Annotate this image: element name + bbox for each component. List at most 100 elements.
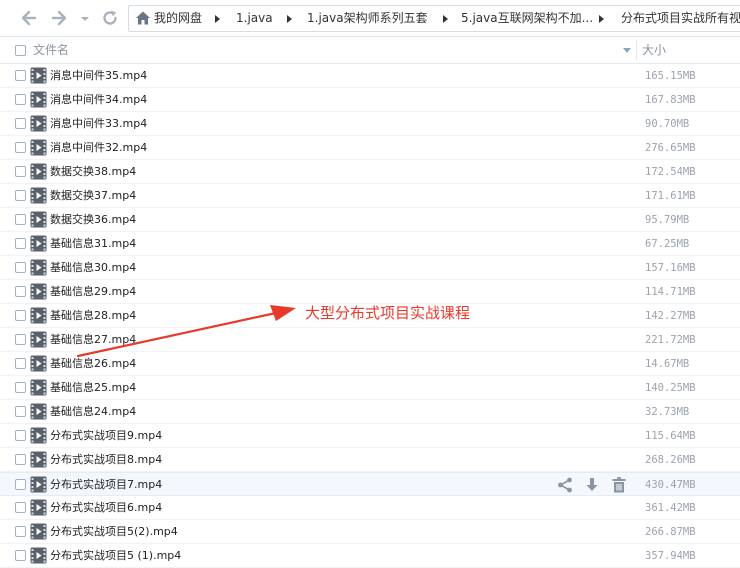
- row-checkbox[interactable]: [15, 286, 26, 297]
- file-name[interactable]: 消息中间件33.mp4: [50, 112, 147, 136]
- video-file-icon: [30, 403, 47, 420]
- file-size: 430.47MB: [645, 479, 696, 491]
- file-row[interactable]: 分布式实战项目5(2).mp4 266.87MB: [0, 520, 740, 544]
- history-dropdown-button[interactable]: [75, 8, 89, 28]
- file-row[interactable]: 分布式实战项目5 (1).mp4 357.94MB: [0, 544, 740, 568]
- breadcrumb-separator-icon[interactable]: [215, 15, 220, 23]
- breadcrumb-item-2[interactable]: 1.java架构师系列五套: [307, 6, 428, 31]
- row-checkbox[interactable]: [15, 310, 26, 321]
- file-name[interactable]: 分布式实战项目5 (1).mp4: [50, 544, 181, 568]
- file-size: 95.79MB: [645, 214, 690, 226]
- file-row[interactable]: 数据交换36.mp4 95.79MB: [0, 208, 740, 232]
- file-size: 276.65MB: [645, 142, 696, 154]
- file-row[interactable]: 基础信息31.mp4 67.25MB: [0, 232, 740, 256]
- breadcrumb-separator-icon[interactable]: [599, 15, 604, 23]
- file-name[interactable]: 基础信息27.mp4: [50, 328, 136, 352]
- file-row[interactable]: 基础信息29.mp4 114.71MB: [0, 280, 740, 304]
- file-row[interactable]: 分布式实战项目9.mp4 115.64MB: [0, 424, 740, 448]
- row-checkbox[interactable]: [15, 526, 26, 537]
- file-name[interactable]: 基础信息25.mp4: [50, 376, 136, 400]
- file-size: 140.25MB: [645, 382, 696, 394]
- row-checkbox[interactable]: [15, 430, 26, 441]
- file-row[interactable]: 消息中间件32.mp4 276.65MB: [0, 136, 740, 160]
- row-checkbox[interactable]: [15, 550, 26, 561]
- row-checkbox[interactable]: [15, 94, 26, 105]
- file-name[interactable]: 分布式实战项目5(2).mp4: [50, 520, 178, 544]
- file-name[interactable]: 分布式实战项目6.mp4: [50, 496, 162, 520]
- row-checkbox[interactable]: [15, 479, 26, 490]
- file-row[interactable]: 基础信息25.mp4 140.25MB: [0, 376, 740, 400]
- download-icon[interactable]: [583, 476, 601, 494]
- file-name[interactable]: 数据交换36.mp4: [50, 208, 136, 232]
- row-checkbox[interactable]: [15, 142, 26, 153]
- file-name[interactable]: 基础信息28.mp4: [50, 304, 136, 328]
- file-name[interactable]: 数据交换37.mp4: [50, 184, 136, 208]
- video-file-icon: [30, 187, 47, 204]
- file-row[interactable]: 数据交换38.mp4 172.54MB: [0, 160, 740, 184]
- row-checkbox[interactable]: [15, 454, 26, 465]
- row-checkbox[interactable]: [15, 406, 26, 417]
- file-name[interactable]: 数据交换38.mp4: [50, 160, 136, 184]
- arrow-right-icon: [51, 10, 67, 26]
- file-name[interactable]: 分布式实战项目9.mp4: [50, 424, 162, 448]
- file-name[interactable]: 消息中间件34.mp4: [50, 88, 147, 112]
- video-file-icon: [30, 115, 47, 132]
- video-file-icon: [30, 427, 47, 444]
- row-checkbox[interactable]: [15, 502, 26, 513]
- trash-icon[interactable]: [610, 476, 628, 494]
- file-row[interactable]: 基础信息30.mp4 157.16MB: [0, 256, 740, 280]
- file-name[interactable]: 基础信息24.mp4: [50, 400, 136, 424]
- file-row[interactable]: 消息中间件33.mp4 90.70MB: [0, 112, 740, 136]
- breadcrumb-separator-icon[interactable]: [443, 15, 448, 23]
- video-file-icon: [30, 451, 47, 468]
- row-checkbox[interactable]: [15, 166, 26, 177]
- file-name[interactable]: 分布式实战项目7.mp4: [50, 473, 162, 497]
- file-size: 114.71MB: [645, 286, 696, 298]
- select-all-checkbox[interactable]: [15, 45, 26, 56]
- breadcrumb-home[interactable]: 我的网盘: [154, 6, 202, 31]
- breadcrumb-item-3[interactable]: 5.java互联网架构不加...: [461, 6, 593, 31]
- file-row[interactable]: 基础信息27.mp4 221.72MB: [0, 328, 740, 352]
- breadcrumb-item-4[interactable]: 分布式项目实战所有视: [621, 6, 740, 31]
- row-checkbox[interactable]: [15, 238, 26, 249]
- file-name[interactable]: 基础信息31.mp4: [50, 232, 136, 256]
- column-header-size[interactable]: 大小: [642, 37, 666, 63]
- file-name[interactable]: 消息中间件32.mp4: [50, 136, 147, 160]
- file-row[interactable]: 分布式实战项目6.mp4 361.42MB: [0, 496, 740, 520]
- refresh-button[interactable]: [100, 8, 120, 28]
- file-row[interactable]: 基础信息24.mp4 32.73MB: [0, 400, 740, 424]
- breadcrumb-item-1[interactable]: 1.java: [236, 6, 273, 31]
- row-checkbox[interactable]: [15, 358, 26, 369]
- column-header-name[interactable]: 文件名: [33, 37, 69, 63]
- breadcrumb: 我的网盘 1.java 1.java架构师系列五套 5.java互联网架构不加.…: [128, 5, 740, 32]
- file-row[interactable]: 消息中间件35.mp4 165.15MB: [0, 64, 740, 88]
- file-size: 14.67MB: [645, 358, 690, 370]
- forward-button[interactable]: [49, 8, 69, 28]
- row-checkbox[interactable]: [15, 190, 26, 201]
- file-row-hovered[interactable]: 分布式实战项目7.mp4 430.47MB: [0, 472, 740, 496]
- file-name[interactable]: 分布式实战项目8.mp4: [50, 448, 162, 472]
- file-row[interactable]: 基础信息26.mp4 14.67MB: [0, 352, 740, 376]
- file-name[interactable]: 基础信息30.mp4: [50, 256, 136, 280]
- row-checkbox[interactable]: [15, 70, 26, 81]
- file-size: 167.83MB: [645, 94, 696, 106]
- row-checkbox[interactable]: [15, 382, 26, 393]
- sort-chevron-down-icon[interactable]: [623, 48, 631, 53]
- back-button[interactable]: [19, 8, 39, 28]
- file-name[interactable]: 基础信息29.mp4: [50, 280, 136, 304]
- row-checkbox[interactable]: [15, 262, 26, 273]
- file-name[interactable]: 基础信息26.mp4: [50, 352, 136, 376]
- breadcrumb-separator-icon[interactable]: [287, 15, 292, 23]
- file-row[interactable]: 消息中间件34.mp4 167.83MB: [0, 88, 740, 112]
- column-divider[interactable]: [636, 40, 637, 60]
- share-icon[interactable]: [556, 476, 574, 494]
- file-size: 268.26MB: [645, 454, 696, 466]
- file-row[interactable]: 分布式实战项目8.mp4 268.26MB: [0, 448, 740, 472]
- file-row[interactable]: 数据交换37.mp4 171.61MB: [0, 184, 740, 208]
- row-checkbox[interactable]: [15, 334, 26, 345]
- row-checkbox[interactable]: [15, 118, 26, 129]
- file-name[interactable]: 消息中间件35.mp4: [50, 64, 147, 88]
- home-icon[interactable]: [135, 10, 151, 26]
- video-file-icon: [30, 331, 47, 348]
- row-checkbox[interactable]: [15, 214, 26, 225]
